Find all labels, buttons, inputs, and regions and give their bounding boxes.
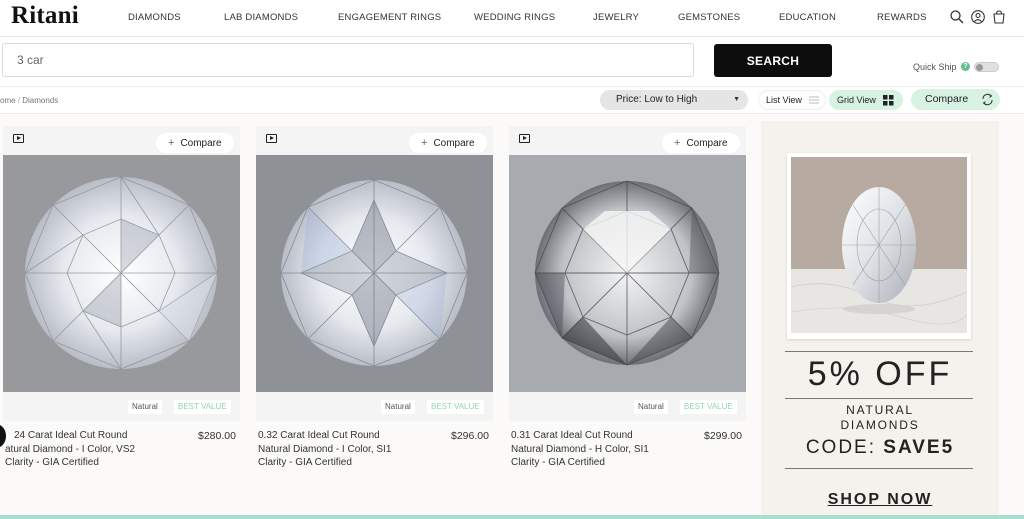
video-icon[interactable] (519, 134, 530, 143)
video-icon[interactable] (266, 134, 277, 143)
product-title-line3: Clarity - GIA Certified (5, 457, 99, 468)
promo-divider (785, 468, 973, 469)
nav-wedding-rings[interactable]: WEDDING RINGS (474, 12, 555, 23)
compare-toggle-label: Compare (433, 138, 475, 149)
bottom-accent-bar (0, 515, 1024, 519)
promo-divider (785, 398, 973, 399)
breadcrumb: ome / Diamonds (0, 96, 58, 105)
cart-icon[interactable] (991, 9, 1007, 25)
grid-icon (883, 95, 894, 106)
list-view-label: List View (766, 95, 802, 105)
nav-engagement-rings[interactable]: ENGAGEMENT RINGS (338, 12, 441, 23)
grid-view-label: Grid View (837, 95, 876, 105)
compare-button[interactable]: Compare (911, 89, 1000, 110)
product-title-line2: Natural Diamond - I Color, SI1 (258, 443, 392, 455)
plus-icon: + (168, 137, 175, 149)
caret-down-icon: ▼ (733, 96, 740, 103)
diamond-image[interactable] (3, 155, 240, 392)
compare-toggle[interactable]: + Compare (662, 133, 740, 153)
plus-icon: + (674, 137, 681, 149)
nav-rewards[interactable]: REWARDS (877, 12, 927, 23)
nav-diamonds[interactable]: DIAMONDS (128, 12, 181, 23)
promo-subtitle: NATURAL DIAMONDS (761, 403, 999, 433)
product-title-line3: Clarity - GIA Certified (511, 457, 605, 468)
product-title[interactable]: 0.31 Carat Ideal Cut Round Natural Diamo… (511, 429, 701, 470)
compare-toggle-label: Compare (686, 138, 728, 149)
compare-label: Compare (925, 93, 969, 105)
promo-image-frame (787, 153, 971, 339)
product-title-line1: 24 Carat Ideal Cut Round (14, 430, 128, 441)
promo-code-label: CODE: (805, 437, 884, 458)
product-price: $296.00 (451, 430, 489, 442)
product-card[interactable]: + Compare Natural BEST VALUE (509, 126, 746, 421)
compare-toggle[interactable]: + Compare (409, 133, 487, 153)
best-value-tag: BEST VALUE (680, 400, 737, 414)
account-icon[interactable] (970, 9, 986, 25)
product-title-line1: 0.32 Carat Ideal Cut Round (258, 430, 380, 441)
list-view-toggle[interactable]: List View (758, 90, 826, 110)
sort-dropdown[interactable]: Price: Low to High ▼ (600, 90, 748, 110)
search-input[interactable] (2, 43, 694, 77)
best-value-tag: BEST VALUE (174, 400, 231, 414)
nav-education[interactable]: EDUCATION (779, 12, 836, 23)
nav-jewelry[interactable]: JEWELRY (593, 12, 639, 23)
search-button[interactable]: SEARCH (714, 44, 832, 77)
help-icon[interactable]: ? (961, 62, 970, 71)
ritani-logo[interactable]: Ritani (11, 2, 79, 30)
product-card[interactable]: + Compare Natural BEST VALUE (3, 126, 240, 421)
product-title-line2: Natural Diamond - H Color, SI1 (511, 443, 649, 455)
best-value-tag: BEST VALUE (427, 400, 484, 414)
breadcrumb-home[interactable]: ome (0, 96, 16, 105)
compare-toggle[interactable]: + Compare (156, 133, 234, 153)
search-icon[interactable] (949, 9, 965, 25)
natural-tag: Natural (634, 400, 668, 414)
compare-icon (982, 93, 993, 106)
product-title-line1: 0.31 Carat Ideal Cut Round (511, 430, 633, 441)
diamond-image[interactable] (509, 155, 746, 392)
plus-icon: + (421, 137, 428, 149)
oval-diamond-image (791, 157, 967, 333)
list-icon (809, 96, 819, 104)
sort-label: Price: Low to High (616, 94, 698, 105)
nav-lab-diamonds[interactable]: LAB DIAMONDS (224, 12, 298, 23)
promo-code-value: SAVE5 (883, 437, 955, 458)
promo-banner[interactable]: 5% OFF NATURAL DIAMONDS CODE: SAVE5 SHOP… (761, 121, 999, 519)
quick-ship-toggle[interactable] (974, 62, 999, 72)
promo-subtitle-line1: NATURAL (846, 403, 914, 417)
quick-ship-label: Quick Ship (913, 62, 957, 72)
top-nav: Ritani DIAMONDS LAB DIAMONDS ENGAGEMENT … (0, 0, 1024, 37)
product-title-line2: atural Diamond - I Color, VS2 (5, 443, 136, 455)
grid-view-toggle[interactable]: Grid View (829, 90, 903, 110)
product-title[interactable]: 24 Carat Ideal Cut Round atural Diamond … (5, 429, 195, 470)
diamond-image[interactable] (256, 155, 493, 392)
product-title-line3: Clarity - GIA Certified (258, 457, 352, 468)
promo-divider (785, 351, 973, 352)
natural-tag: Natural (381, 400, 415, 414)
shop-now-link[interactable]: SHOP NOW (761, 491, 999, 509)
promo-headline: 5% OFF (807, 355, 953, 393)
promo-code: CODE: SAVE5 (761, 437, 999, 459)
natural-tag: Natural (128, 400, 162, 414)
promo-subtitle-line2: DIAMONDS (840, 418, 920, 432)
product-title[interactable]: 0.32 Carat Ideal Cut Round Natural Diamo… (258, 429, 448, 470)
nav-gemstones[interactable]: GEMSTONES (678, 12, 740, 23)
product-card[interactable]: + Compare Natural BEST VALUE (256, 126, 493, 421)
compare-toggle-label: Compare (180, 138, 222, 149)
product-price: $280.00 (198, 430, 236, 442)
product-price: $299.00 (704, 430, 742, 442)
breadcrumb-current: Diamonds (22, 96, 59, 105)
video-icon[interactable] (13, 134, 24, 143)
